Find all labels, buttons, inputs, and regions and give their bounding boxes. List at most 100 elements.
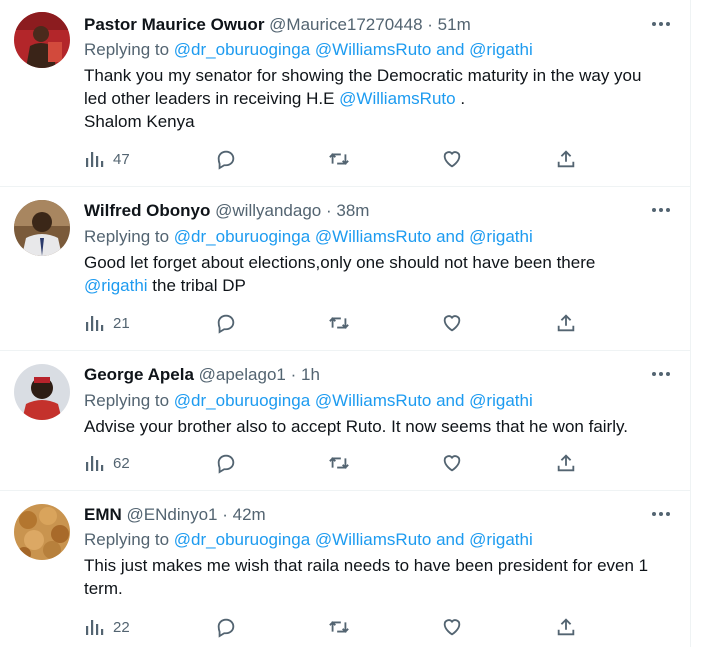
- share-button[interactable]: [555, 147, 577, 171]
- views-bar-chart-icon: [86, 456, 104, 471]
- views-bar-chart-icon: [86, 152, 104, 167]
- author-name[interactable]: Wilfred Obonyo: [84, 201, 210, 220]
- author-name[interactable]: George Apela: [84, 365, 194, 384]
- text-span: the tribal DP: [152, 276, 246, 295]
- retweet-button[interactable]: [328, 451, 350, 475]
- more-dots-icon[interactable]: [648, 14, 674, 34]
- views-count: 22: [113, 618, 130, 636]
- replying-prefix: Replying to: [84, 40, 170, 59]
- mention-link[interactable]: @dr_oburuoginga: [174, 40, 310, 59]
- text-span: .: [460, 89, 466, 108]
- author-handle[interactable]: @ENdinyo1: [127, 505, 218, 524]
- author-name[interactable]: EMN: [84, 505, 122, 524]
- tweet[interactable]: Wilfred Obonyo @willyandago · 38m Replyi…: [0, 186, 690, 351]
- retweet-button[interactable]: [328, 147, 350, 171]
- tweet[interactable]: Pastor Maurice Owuor @Maurice17270448 · …: [0, 0, 690, 187]
- heart-icon: [443, 619, 461, 636]
- heart-icon: [443, 315, 461, 332]
- mention-link[interactable]: @dr_oburuoginga: [174, 530, 310, 549]
- replying-prefix: Replying to: [84, 391, 170, 410]
- author-handle[interactable]: @apelago1: [199, 365, 286, 384]
- text-line: led other leaders in receiving H.E @Will…: [84, 87, 674, 110]
- mention-link[interactable]: @rigathi: [469, 227, 533, 246]
- text-line: Thank you my senator for showing the Dem…: [84, 66, 642, 85]
- retweet-arrows-icon: [329, 621, 349, 633]
- avatar[interactable]: [14, 200, 70, 256]
- mention-link[interactable]: @dr_oburuoginga: [174, 391, 310, 410]
- mention-link[interactable]: @dr_oburuoginga: [174, 227, 310, 246]
- author-name[interactable]: Pastor Maurice Owuor: [84, 15, 264, 34]
- action-bar: 47: [84, 147, 604, 171]
- mention-link[interactable]: and: [436, 391, 464, 410]
- tweet-header: Pastor Maurice Owuor @Maurice17270448 · …: [84, 14, 471, 36]
- avatar[interactable]: [14, 364, 70, 420]
- mention-link[interactable]: @WilliamsRuto: [339, 89, 455, 108]
- tweet-text: Advise your brother also to accept Ruto.…: [84, 415, 674, 438]
- mention-link[interactable]: @WilliamsRuto: [315, 530, 431, 549]
- timestamp[interactable]: 38m: [336, 201, 369, 220]
- text-line: Advise your brother also to accept Ruto.…: [84, 417, 628, 436]
- tweet[interactable]: EMN @ENdinyo1 · 42m Replying to @dr_obur…: [0, 490, 690, 647]
- mention-link[interactable]: @WilliamsRuto: [315, 40, 431, 59]
- more-dots-icon[interactable]: [648, 200, 674, 220]
- tweet[interactable]: George Apela @apelago1 · 1h Replying to …: [0, 350, 690, 491]
- timestamp[interactable]: 51m: [438, 15, 471, 34]
- separator-dot: ·: [222, 505, 228, 524]
- reply-bubble-icon: [217, 150, 235, 170]
- mention-link[interactable]: and: [436, 227, 464, 246]
- avatar[interactable]: [14, 504, 70, 560]
- author-handle[interactable]: @willyandago: [215, 201, 321, 220]
- action-bar: 62: [84, 451, 604, 475]
- views-button[interactable]: 62: [84, 451, 130, 475]
- reply-button[interactable]: [215, 451, 237, 475]
- reply-button[interactable]: [215, 311, 237, 335]
- mention-link[interactable]: and: [436, 530, 464, 549]
- views-button[interactable]: 22: [84, 615, 130, 639]
- retweet-button[interactable]: [328, 311, 350, 335]
- share-button[interactable]: [555, 615, 577, 639]
- action-bar: 21: [84, 311, 604, 335]
- mention-link[interactable]: and: [436, 40, 464, 59]
- share-button[interactable]: [555, 311, 577, 335]
- mention-link[interactable]: @WilliamsRuto: [315, 391, 431, 410]
- share-upload-icon: [557, 314, 575, 332]
- share-button[interactable]: [555, 451, 577, 475]
- views-count: 21: [113, 314, 130, 332]
- avatar[interactable]: [14, 12, 70, 68]
- tweet-header: George Apela @apelago1 · 1h: [84, 364, 320, 386]
- reply-button[interactable]: [215, 615, 237, 639]
- separator-dot: ·: [427, 15, 433, 34]
- timestamp[interactable]: 42m: [233, 505, 266, 524]
- text-line: This just makes me wish that raila needs…: [84, 556, 649, 575]
- reply-bubble-icon: [217, 454, 235, 474]
- retweet-arrows-icon: [329, 457, 349, 469]
- views-button[interactable]: 21: [84, 311, 130, 335]
- views-count: 47: [113, 150, 130, 168]
- text-line: Shalom Kenya: [84, 112, 195, 131]
- mention-link[interactable]: @rigathi: [469, 40, 533, 59]
- more-dots-icon[interactable]: [648, 364, 674, 384]
- views-button[interactable]: 47: [84, 147, 130, 171]
- like-button[interactable]: [441, 311, 463, 335]
- mention-link[interactable]: @rigathi: [84, 276, 148, 295]
- mention-link[interactable]: @rigathi: [469, 391, 533, 410]
- text-line: Good let forget about elections,only one…: [84, 253, 596, 272]
- retweet-arrows-icon: [329, 153, 349, 165]
- retweet-button[interactable]: [328, 615, 350, 639]
- replying-prefix: Replying to: [84, 530, 170, 549]
- mention-link[interactable]: @WilliamsRuto: [315, 227, 431, 246]
- more-dots-icon[interactable]: [648, 504, 674, 524]
- reply-feed: Pastor Maurice Owuor @Maurice17270448 · …: [0, 0, 691, 647]
- views-bar-chart-icon: [86, 620, 104, 635]
- mention-link[interactable]: @rigathi: [469, 530, 533, 549]
- author-handle[interactable]: @Maurice17270448: [269, 15, 422, 34]
- tweet-header: Wilfred Obonyo @willyandago · 38m: [84, 200, 369, 222]
- like-button[interactable]: [441, 615, 463, 639]
- separator-dot: ·: [325, 201, 332, 220]
- reply-button[interactable]: [215, 147, 237, 171]
- tweet-text: Good let forget about elections,only one…: [84, 251, 674, 297]
- timestamp[interactable]: 1h: [301, 365, 320, 384]
- like-button[interactable]: [441, 451, 463, 475]
- like-button[interactable]: [441, 147, 463, 171]
- views-bar-chart-icon: [86, 316, 104, 331]
